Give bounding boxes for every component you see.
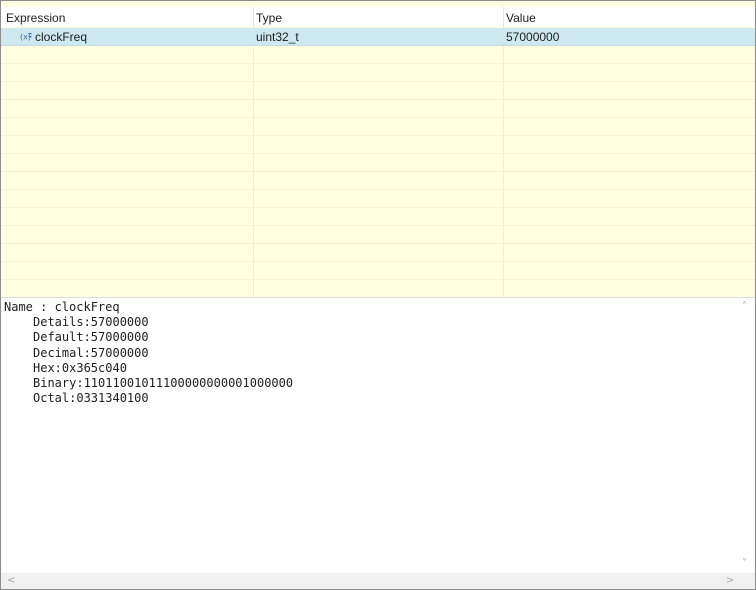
empty-row[interactable] [1, 82, 755, 100]
scrollbar-track[interactable] [740, 312, 753, 559]
type-cell: uint32_t [256, 30, 299, 44]
expressions-view: Expression Type Value (x) clockFreq uint… [0, 0, 756, 590]
empty-row[interactable] [1, 154, 755, 172]
horizontal-scrollbar[interactable]: < > [1, 573, 738, 589]
empty-row[interactable] [1, 262, 755, 280]
variable-icon: (x) [20, 33, 32, 42]
table-row[interactable]: (x) clockFreq uint32_t 57000000 [1, 28, 755, 46]
vertical-scrollbar[interactable]: ˄ ˅ [738, 298, 755, 573]
details-line: Binary:11011001011100000000001000000 [33, 376, 294, 391]
column-header-value[interactable]: Value [506, 11, 536, 25]
details-line: Decimal:57000000 [33, 345, 149, 360]
empty-row[interactable] [1, 226, 755, 244]
expressions-table: Expression Type Value (x) clockFreq uint… [1, 1, 755, 298]
empty-row[interactable] [1, 244, 755, 262]
empty-row[interactable] [1, 208, 755, 226]
column-header-type[interactable]: Type [256, 11, 282, 25]
details-line: Details:57000000 [33, 315, 149, 330]
empty-row[interactable] [1, 100, 755, 118]
details-name-line: Name : clockFreq [4, 300, 120, 314]
details-line: Octal:0331340100 [33, 391, 149, 406]
table-header: Expression Type Value [1, 7, 755, 27]
empty-row[interactable] [1, 280, 755, 298]
scroll-up-icon[interactable]: ˄ [742, 302, 747, 312]
scroll-down-icon[interactable]: ˅ [742, 559, 747, 569]
scroll-right-icon[interactable]: > [726, 576, 734, 586]
details-text[interactable]: Name : clockFreq Details:57000000 Default:… [4, 300, 293, 406]
empty-row[interactable] [1, 46, 755, 64]
empty-row[interactable] [1, 118, 755, 136]
details-line: Hex:0x365c040 [33, 360, 127, 375]
empty-row[interactable] [1, 190, 755, 208]
scrollbar-corner [738, 573, 755, 589]
empty-row[interactable] [1, 136, 755, 154]
empty-row[interactable] [1, 172, 755, 190]
column-divider[interactable] [253, 7, 254, 27]
expression-cell: clockFreq [35, 30, 88, 44]
empty-row[interactable] [1, 64, 755, 82]
column-header-expression[interactable]: Expression [6, 11, 65, 25]
details-pane[interactable]: Name : clockFreq Details:57000000 Default:… [1, 297, 755, 574]
scroll-left-icon[interactable]: < [7, 576, 15, 586]
value-cell[interactable]: 57000000 [506, 30, 559, 44]
details-line: Default:57000000 [33, 330, 149, 345]
column-divider[interactable] [503, 7, 504, 27]
